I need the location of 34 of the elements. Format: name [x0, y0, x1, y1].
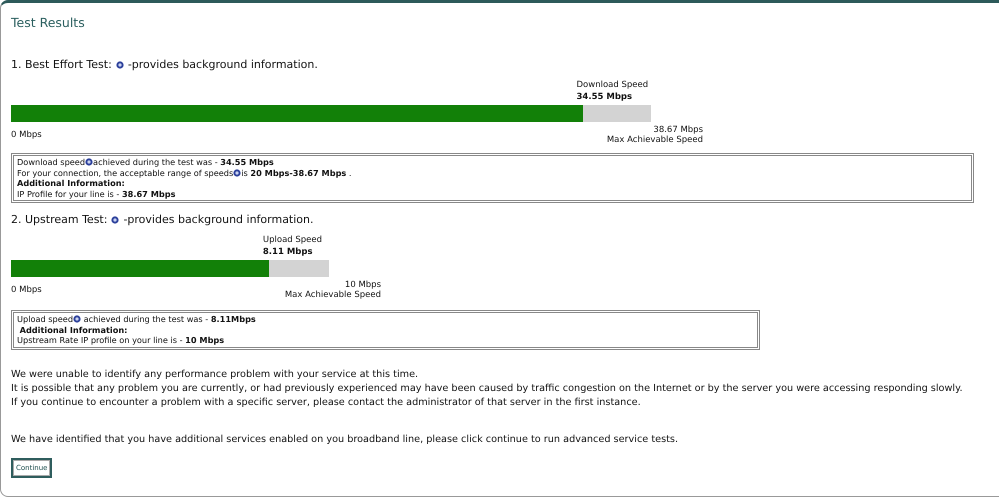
- info-text: IP Profile for your line is - 38.67 Mbps: [17, 188, 176, 199]
- test-heading: 2. Upstream Test:: [11, 213, 108, 226]
- help-icon[interactable]: [111, 216, 120, 224]
- result-message: It is possible that any problem you are currently, or had previously experienced may have been caused by traffic congestion on the Internet or by the server you were accessing responding slowly.: [11, 382, 964, 396]
- test-heading-description: -provides background information.: [128, 58, 318, 71]
- help-icon[interactable]: [233, 168, 242, 177]
- test-heading-description: -provides background information.: [123, 213, 314, 226]
- speed-value: 8.11 Mbps: [262, 246, 314, 258]
- info-text: achieved during the test was - 8.11Mbps: [82, 314, 256, 324]
- min-speed-label: 0 Mbps: [11, 285, 42, 295]
- max-speed-label: Max Achievable Speed: [284, 290, 381, 300]
- info-text: Upstream Rate IP profile on your line is - 10 Mbps: [17, 335, 224, 346]
- help-icon[interactable]: [116, 60, 124, 68]
- speed-value: 34.55 Mbps: [576, 91, 634, 103]
- result-message: If you continue to encounter a problem with a specific server, please contact the administrator of that server in the first instance.: [11, 396, 642, 410]
- page-title: Test Results: [11, 15, 86, 30]
- info-text: achieved during the test was - 34.55 Mbps: [93, 157, 274, 168]
- result-message: We were unable to identify any performance problem with your service at this time.: [11, 368, 420, 382]
- info-text: Additional Information:: [17, 178, 125, 188]
- help-icon[interactable]: [85, 158, 94, 166]
- info-text: Download speed: [17, 157, 86, 168]
- max-speed-label: Max Achievable Speed: [606, 135, 703, 145]
- help-icon[interactable]: [73, 315, 82, 324]
- test-heading: 1. Best Effort Test:: [11, 58, 112, 71]
- speed-label: Download Speed: [576, 79, 648, 91]
- max-speed-value: 10 Mbps: [344, 280, 381, 290]
- info-text: is 20 Mbps-38.67 Mbps .: [241, 168, 352, 178]
- max-speed-value: 38.67 Mbps: [652, 125, 703, 135]
- speed-label: Upload Speed: [262, 234, 322, 246]
- min-speed-label: 0 Mbps: [11, 130, 42, 140]
- advanced-services-message: We have identified that you have additional services enabled on you broadband line, please click continue to run advanced service tests.: [11, 434, 680, 444]
- info-text: Additional Information:: [18, 324, 128, 335]
- info-text: Upload speed: [17, 314, 74, 324]
- info-text: For your connection, the acceptable range of speeds: [17, 168, 234, 178]
